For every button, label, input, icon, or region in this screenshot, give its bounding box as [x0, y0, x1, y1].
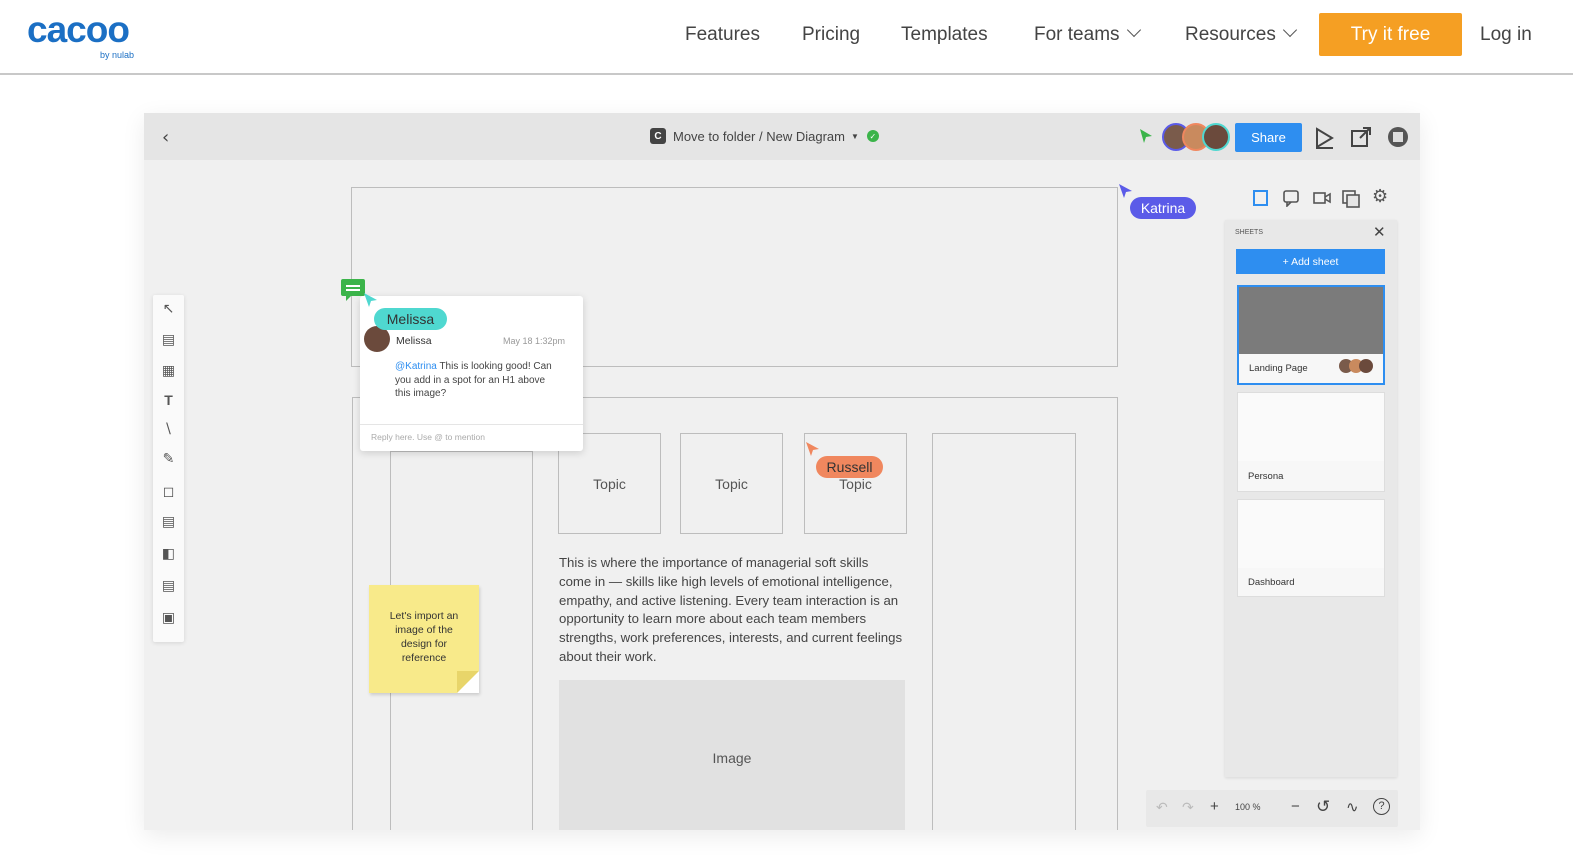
avatar[interactable]	[1202, 123, 1230, 151]
zoom-bar: ↶ ↷ + 100 % − ↺ ∿ ?	[1146, 790, 1398, 827]
avatar	[1359, 359, 1373, 373]
chevron-down-icon	[1282, 22, 1297, 38]
logo-wordmark: cacoo	[27, 9, 130, 50]
zoom-level[interactable]: 100 %	[1235, 802, 1261, 812]
panel-tabs: ⚙	[1245, 185, 1388, 213]
editor-topbar: ‹ C Move to folder / New Diagram ▼ ✓ Sha…	[144, 113, 1420, 160]
text-tool-icon[interactable]: T	[159, 391, 178, 410]
undo-icon[interactable]: ↶	[1156, 799, 1168, 816]
logo-byline: by nulab	[100, 50, 135, 60]
nav-templates[interactable]: Templates	[901, 22, 988, 48]
user-menu-icon[interactable]	[1387, 126, 1409, 148]
divider	[360, 424, 583, 425]
sticky-note-text: Let's import an image of the design for …	[389, 610, 459, 664]
sheets-panel: SHEETS ✕ + Add sheet Landing Page Person…	[1225, 220, 1397, 777]
export-icon[interactable]	[1350, 126, 1372, 148]
activity-icon[interactable]: ∿	[1346, 798, 1359, 816]
nav-resources-label: Resources	[1185, 24, 1276, 45]
right-column	[932, 433, 1076, 830]
sheet-thumbnail[interactable]: Landing Page	[1237, 285, 1385, 385]
zoom-out-icon[interactable]: −	[1291, 798, 1300, 815]
cacoo-app-icon: C	[650, 128, 666, 144]
table-tool-icon[interactable]: ▤	[159, 513, 178, 532]
sheet-preview	[1238, 500, 1384, 568]
sheet-thumbnail[interactable]: Dashboard	[1237, 499, 1385, 597]
play-icon[interactable]	[1314, 127, 1334, 149]
comment-date: May 18 1:32pm	[503, 336, 566, 346]
zoom-in-icon[interactable]: +	[1210, 798, 1219, 815]
comments-icon[interactable]	[1282, 189, 1300, 207]
cursor-pointer-icon	[1119, 184, 1132, 198]
sheet-preview	[1239, 287, 1383, 354]
video-icon[interactable]	[1312, 189, 1332, 207]
share-button[interactable]: Share	[1235, 123, 1302, 152]
sticky-tool-icon[interactable]: ◻	[159, 483, 178, 502]
saved-check-icon: ✓	[866, 130, 879, 142]
sheet-name: Dashboard	[1248, 577, 1295, 588]
back-arrow-icon[interactable]: ‹	[162, 127, 169, 148]
try-it-free-button[interactable]: Try it free	[1319, 13, 1462, 56]
nav-pricing[interactable]: Pricing	[802, 22, 860, 48]
image-label: Image	[712, 749, 752, 766]
image-placeholder[interactable]: Image	[559, 680, 905, 830]
image-tool-icon[interactable]: ▤	[159, 577, 178, 596]
comment-tool-icon[interactable]: ▣	[159, 609, 178, 628]
site-header: cacoo by nulab Features Pricing Template…	[0, 0, 1573, 75]
comment-mention[interactable]: @Katrina	[395, 361, 437, 372]
chevron-down-icon	[1126, 22, 1141, 38]
chart-tool-icon[interactable]: ◧	[159, 545, 178, 564]
shapes-tool-icon[interactable]: ▦	[159, 362, 178, 381]
reply-input[interactable]: Reply here. Use @ to mention	[371, 432, 485, 442]
select-tool-icon[interactable]: ↖	[159, 300, 178, 319]
breadcrumb[interactable]: C Move to folder / New Diagram ▼ ✓	[650, 128, 879, 144]
nav-resources[interactable]: Resources	[1185, 22, 1297, 48]
nav-features[interactable]: Features	[685, 22, 760, 48]
add-sheet-button[interactable]: + Add sheet	[1236, 249, 1385, 274]
pen-tool-icon[interactable]: ✎	[159, 450, 178, 469]
login-link[interactable]: Log in	[1480, 22, 1532, 48]
comment-author: Melissa	[396, 335, 432, 347]
cursor-pointer-icon	[364, 293, 377, 307]
tool-palette: ↖ ▤ ▦ T \ ✎ ◻ ▤ ◧ ▤ ▣	[153, 295, 184, 642]
cursor-label-melissa: Melissa	[374, 308, 447, 330]
breadcrumb-text: Move to folder / New Diagram	[673, 128, 845, 144]
cursor-label-katrina: Katrina	[1130, 197, 1196, 219]
template-tool-icon[interactable]: ▤	[159, 331, 178, 350]
sheet-thumbnail[interactable]: Persona	[1237, 392, 1385, 492]
sheet-name: Persona	[1248, 471, 1284, 482]
cursor-pointer-icon	[1140, 129, 1152, 143]
gear-icon[interactable]: ⚙	[1372, 186, 1388, 207]
close-icon[interactable]: ✕	[1373, 223, 1386, 241]
redo-icon[interactable]: ↷	[1182, 799, 1194, 816]
caret-down-icon: ▼	[850, 131, 859, 141]
cursor-label-russell: Russell	[816, 456, 883, 478]
layers-icon[interactable]	[1341, 189, 1361, 209]
line-tool-icon[interactable]: \	[159, 420, 178, 439]
nav-for-teams-label: For teams	[1034, 24, 1120, 45]
cursor-pointer-icon	[806, 442, 819, 456]
app-preview: ‹ C Move to folder / New Diagram ▼ ✓ Sha…	[144, 113, 1420, 830]
sheets-title: SHEETS	[1235, 229, 1264, 236]
help-icon[interactable]: ?	[1373, 798, 1390, 815]
sheet-preview	[1238, 393, 1384, 461]
cacoo-logo[interactable]: cacoo by nulab	[27, 9, 142, 61]
history-icon[interactable]: ↺	[1316, 797, 1330, 817]
body-paragraph[interactable]: This is where the importance of manageri…	[559, 554, 904, 667]
topic-box[interactable]: Topic	[680, 433, 783, 534]
nav-for-teams[interactable]: For teams	[1034, 22, 1141, 48]
sheets-icon[interactable]	[1252, 189, 1270, 207]
sticky-note[interactable]: Let's import an image of the design for …	[369, 585, 479, 693]
sheet-name: Landing Page	[1249, 363, 1308, 374]
